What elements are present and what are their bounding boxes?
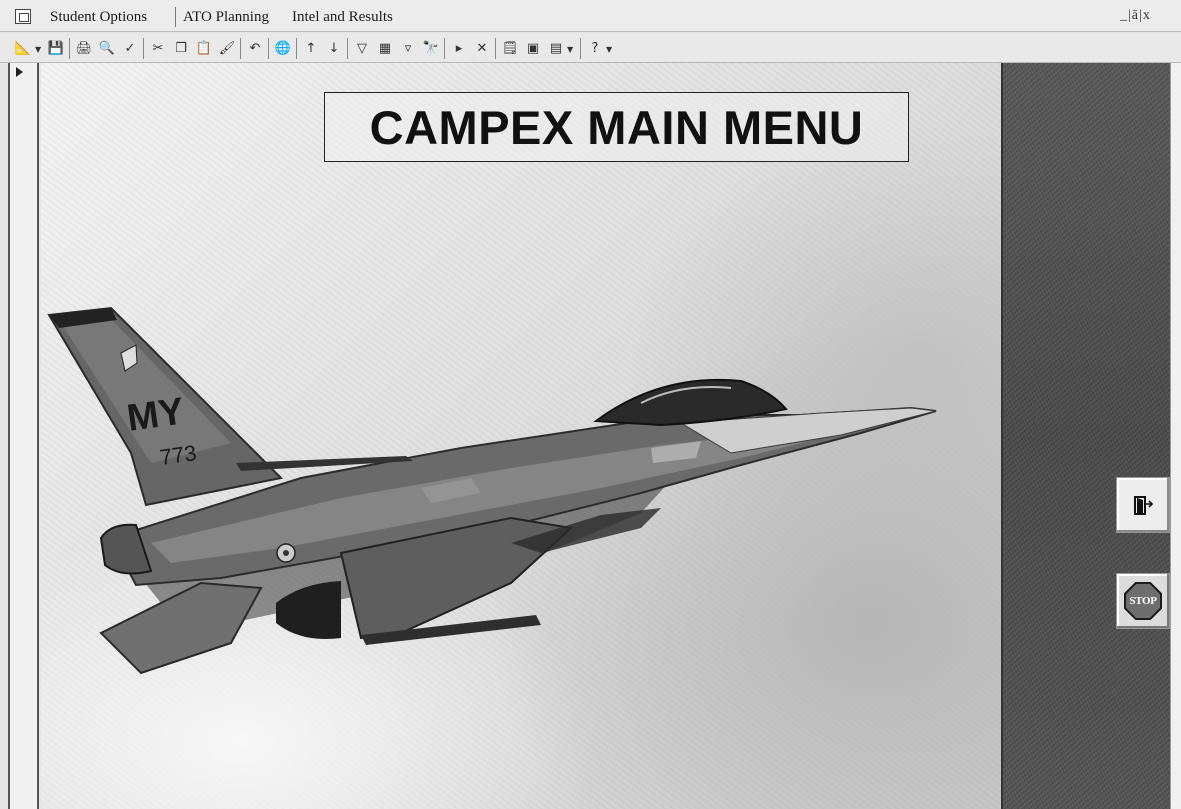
exit-door-icon: [1134, 496, 1154, 515]
properties-icon[interactable]: 🗒: [500, 38, 520, 58]
menu-ato-planning[interactable]: ATO Planning: [183, 7, 269, 27]
sort-descending-icon[interactable]: ↓: [324, 38, 344, 58]
window-system-icon[interactable]: [15, 9, 31, 24]
page-title: CAMPEX MAIN MENU: [369, 100, 864, 154]
design-view-icon[interactable]: 📐: [13, 38, 33, 58]
exit-button[interactable]: [1116, 477, 1170, 533]
spelling-icon[interactable]: ✓: [120, 38, 140, 58]
new-object-dropdown-icon[interactable]: ▼: [567, 45, 573, 54]
print-icon[interactable]: 🖨: [74, 38, 94, 58]
apply-filter-icon[interactable]: ▿: [398, 38, 418, 58]
help-icon[interactable]: ?: [585, 38, 605, 58]
stop-sign-icon: STOP: [1124, 582, 1162, 620]
record-selector-arrow-icon[interactable]: [16, 67, 23, 77]
undo-icon[interactable]: ↶: [245, 38, 265, 58]
paste-icon[interactable]: 📋: [194, 38, 214, 58]
menu-bar: Student Options ATO Planning Intel and R…: [0, 0, 1181, 32]
record-selector-bar: [8, 63, 39, 809]
toolbar-separator: [580, 38, 581, 59]
main-menu-panel: CAMPEX MAIN MENU MY 773: [41, 63, 1001, 809]
menu-student-options[interactable]: Student Options: [50, 7, 147, 27]
tail-number-label: 773: [158, 440, 198, 470]
database-window-icon[interactable]: ▣: [523, 38, 543, 58]
new-object-icon[interactable]: ▤: [546, 38, 566, 58]
toolbar-separator: [444, 38, 445, 59]
sort-ascending-icon[interactable]: ↑: [301, 38, 321, 58]
design-view-dropdown-icon[interactable]: ▼: [35, 45, 41, 54]
toolbar: 📐 ▼ 💾 🖨 🔍 ✓ ✂ ❐ 📋 🖌 ↶ 🌐 ↑ ↓ ▽ ▦ ▿ 🔭 ▸ ✕ …: [0, 33, 1181, 63]
vertical-scrollbar[interactable]: [1170, 63, 1181, 809]
new-record-icon[interactable]: ▸: [449, 38, 469, 58]
toolbar-separator: [268, 38, 269, 59]
save-icon[interactable]: 💾: [46, 38, 66, 58]
print-preview-icon[interactable]: 🔍: [97, 38, 117, 58]
toolbar-separator: [240, 38, 241, 59]
toolbar-separator: [69, 38, 70, 59]
stop-label: STOP: [1129, 595, 1157, 607]
toolbar-separator: [495, 38, 496, 59]
stop-button[interactable]: STOP: [1116, 573, 1170, 629]
cut-icon[interactable]: ✂: [148, 38, 168, 58]
toolbar-separator: [347, 38, 348, 59]
copy-icon[interactable]: ❐: [171, 38, 191, 58]
filter-by-form-icon[interactable]: ▦: [375, 38, 395, 58]
find-icon[interactable]: 🔭: [421, 38, 441, 58]
delete-record-icon[interactable]: ✕: [472, 38, 492, 58]
tail-code-label: MY: [124, 390, 186, 440]
filter-by-selection-icon[interactable]: ▽: [352, 38, 372, 58]
menu-separator: [175, 7, 176, 27]
insert-hyperlink-icon[interactable]: 🌐: [273, 38, 293, 58]
f16-jet-photo: MY 773: [47, 306, 937, 675]
format-painter-icon[interactable]: 🖌: [217, 38, 237, 58]
help-dropdown-icon[interactable]: ▼: [606, 45, 612, 54]
side-button-panel: STOP: [1001, 63, 1170, 809]
toolbar-separator: [143, 38, 144, 59]
toolbar-separator: [296, 38, 297, 59]
menu-intel-and-results[interactable]: Intel and Results: [292, 7, 393, 27]
page-title-box: CAMPEX MAIN MENU: [324, 92, 909, 162]
window-controls[interactable]: _|ā|x: [1120, 8, 1151, 24]
